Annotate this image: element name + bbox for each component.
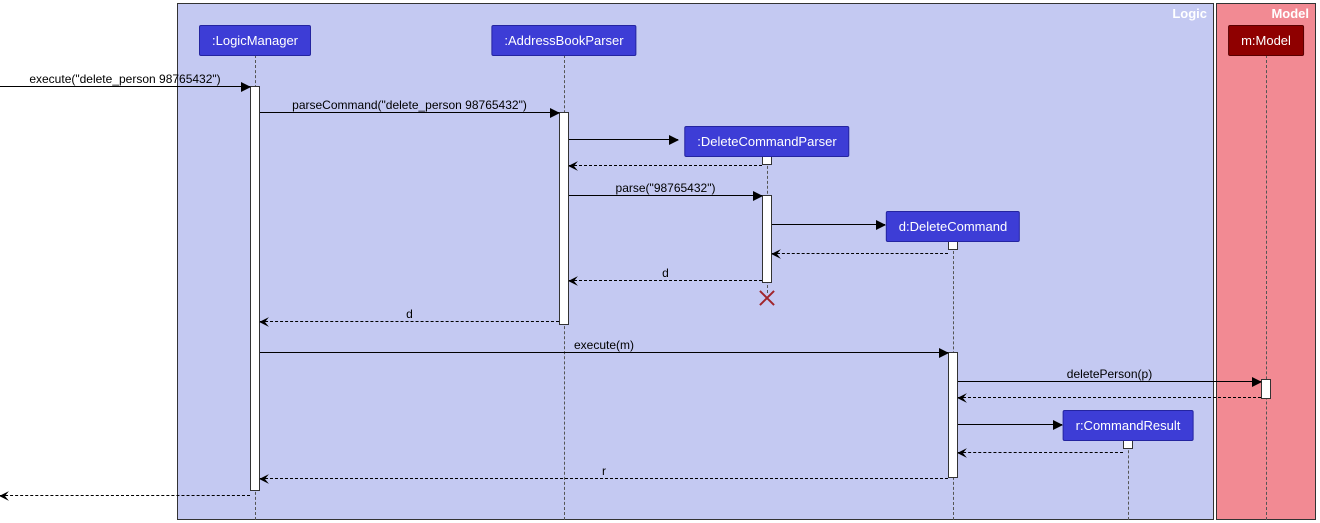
message-label-8: d bbox=[406, 307, 413, 321]
message-label-9: execute(m) bbox=[574, 338, 634, 352]
region-label-logic: Logic bbox=[1172, 6, 1207, 21]
arrow-head-15 bbox=[0, 491, 9, 501]
activation-1 bbox=[559, 112, 569, 325]
arrow-head-10 bbox=[1252, 377, 1262, 387]
message-arrow-6 bbox=[772, 253, 948, 254]
message-label-4: parse("98765432") bbox=[616, 181, 716, 195]
message-label-7: d bbox=[662, 266, 669, 280]
message-label-0: execute("delete_person 98765432") bbox=[29, 72, 220, 86]
region-label-model: Model bbox=[1271, 6, 1309, 21]
arrow-head-9 bbox=[939, 348, 949, 358]
participant-cr: r:CommandResult bbox=[1063, 410, 1194, 441]
activation-0 bbox=[250, 86, 260, 491]
message-arrow-11 bbox=[958, 397, 1261, 398]
region-logic: Logic bbox=[177, 3, 1214, 520]
message-arrow-12 bbox=[958, 424, 1062, 425]
message-arrow-9 bbox=[260, 352, 948, 353]
participant-dc: d:DeleteCommand bbox=[886, 211, 1020, 242]
activation-7 bbox=[1123, 440, 1133, 449]
participant-abp: :AddressBookParser bbox=[491, 25, 636, 56]
message-arrow-14 bbox=[260, 478, 948, 479]
activation-4 bbox=[948, 241, 958, 250]
activation-2 bbox=[762, 156, 772, 165]
arrow-head-0 bbox=[241, 82, 251, 92]
activation-3 bbox=[762, 195, 772, 283]
arrow-head-1 bbox=[550, 108, 560, 118]
message-arrow-13 bbox=[958, 452, 1123, 453]
arrow-head-12 bbox=[1053, 420, 1063, 430]
message-arrow-15 bbox=[0, 495, 250, 496]
message-label-1: parseCommand("delete_person 98765432") bbox=[292, 98, 527, 112]
message-arrow-0 bbox=[0, 86, 250, 87]
message-arrow-1 bbox=[260, 112, 559, 113]
arrow-head-2 bbox=[669, 135, 679, 145]
message-arrow-8 bbox=[260, 321, 559, 322]
participant-dcp: :DeleteCommandParser bbox=[684, 126, 849, 157]
arrow-head-4 bbox=[753, 191, 763, 201]
message-arrow-3 bbox=[569, 165, 762, 166]
activation-6 bbox=[1261, 379, 1271, 399]
message-label-14: r bbox=[602, 464, 606, 478]
participant-lm: :LogicManager bbox=[199, 25, 311, 56]
lifeline-m bbox=[1266, 55, 1267, 520]
arrow-head-5 bbox=[876, 220, 886, 230]
message-arrow-5 bbox=[772, 224, 885, 225]
destroy-icon bbox=[757, 288, 777, 308]
activation-5 bbox=[948, 352, 958, 478]
participant-m: m:Model bbox=[1228, 25, 1304, 56]
message-arrow-2 bbox=[569, 139, 678, 140]
message-label-10: deletePerson(p) bbox=[1067, 367, 1152, 381]
message-arrow-7 bbox=[569, 280, 762, 281]
message-arrow-10 bbox=[958, 381, 1261, 382]
lifeline-cr bbox=[1128, 440, 1129, 520]
message-arrow-4 bbox=[569, 195, 762, 196]
